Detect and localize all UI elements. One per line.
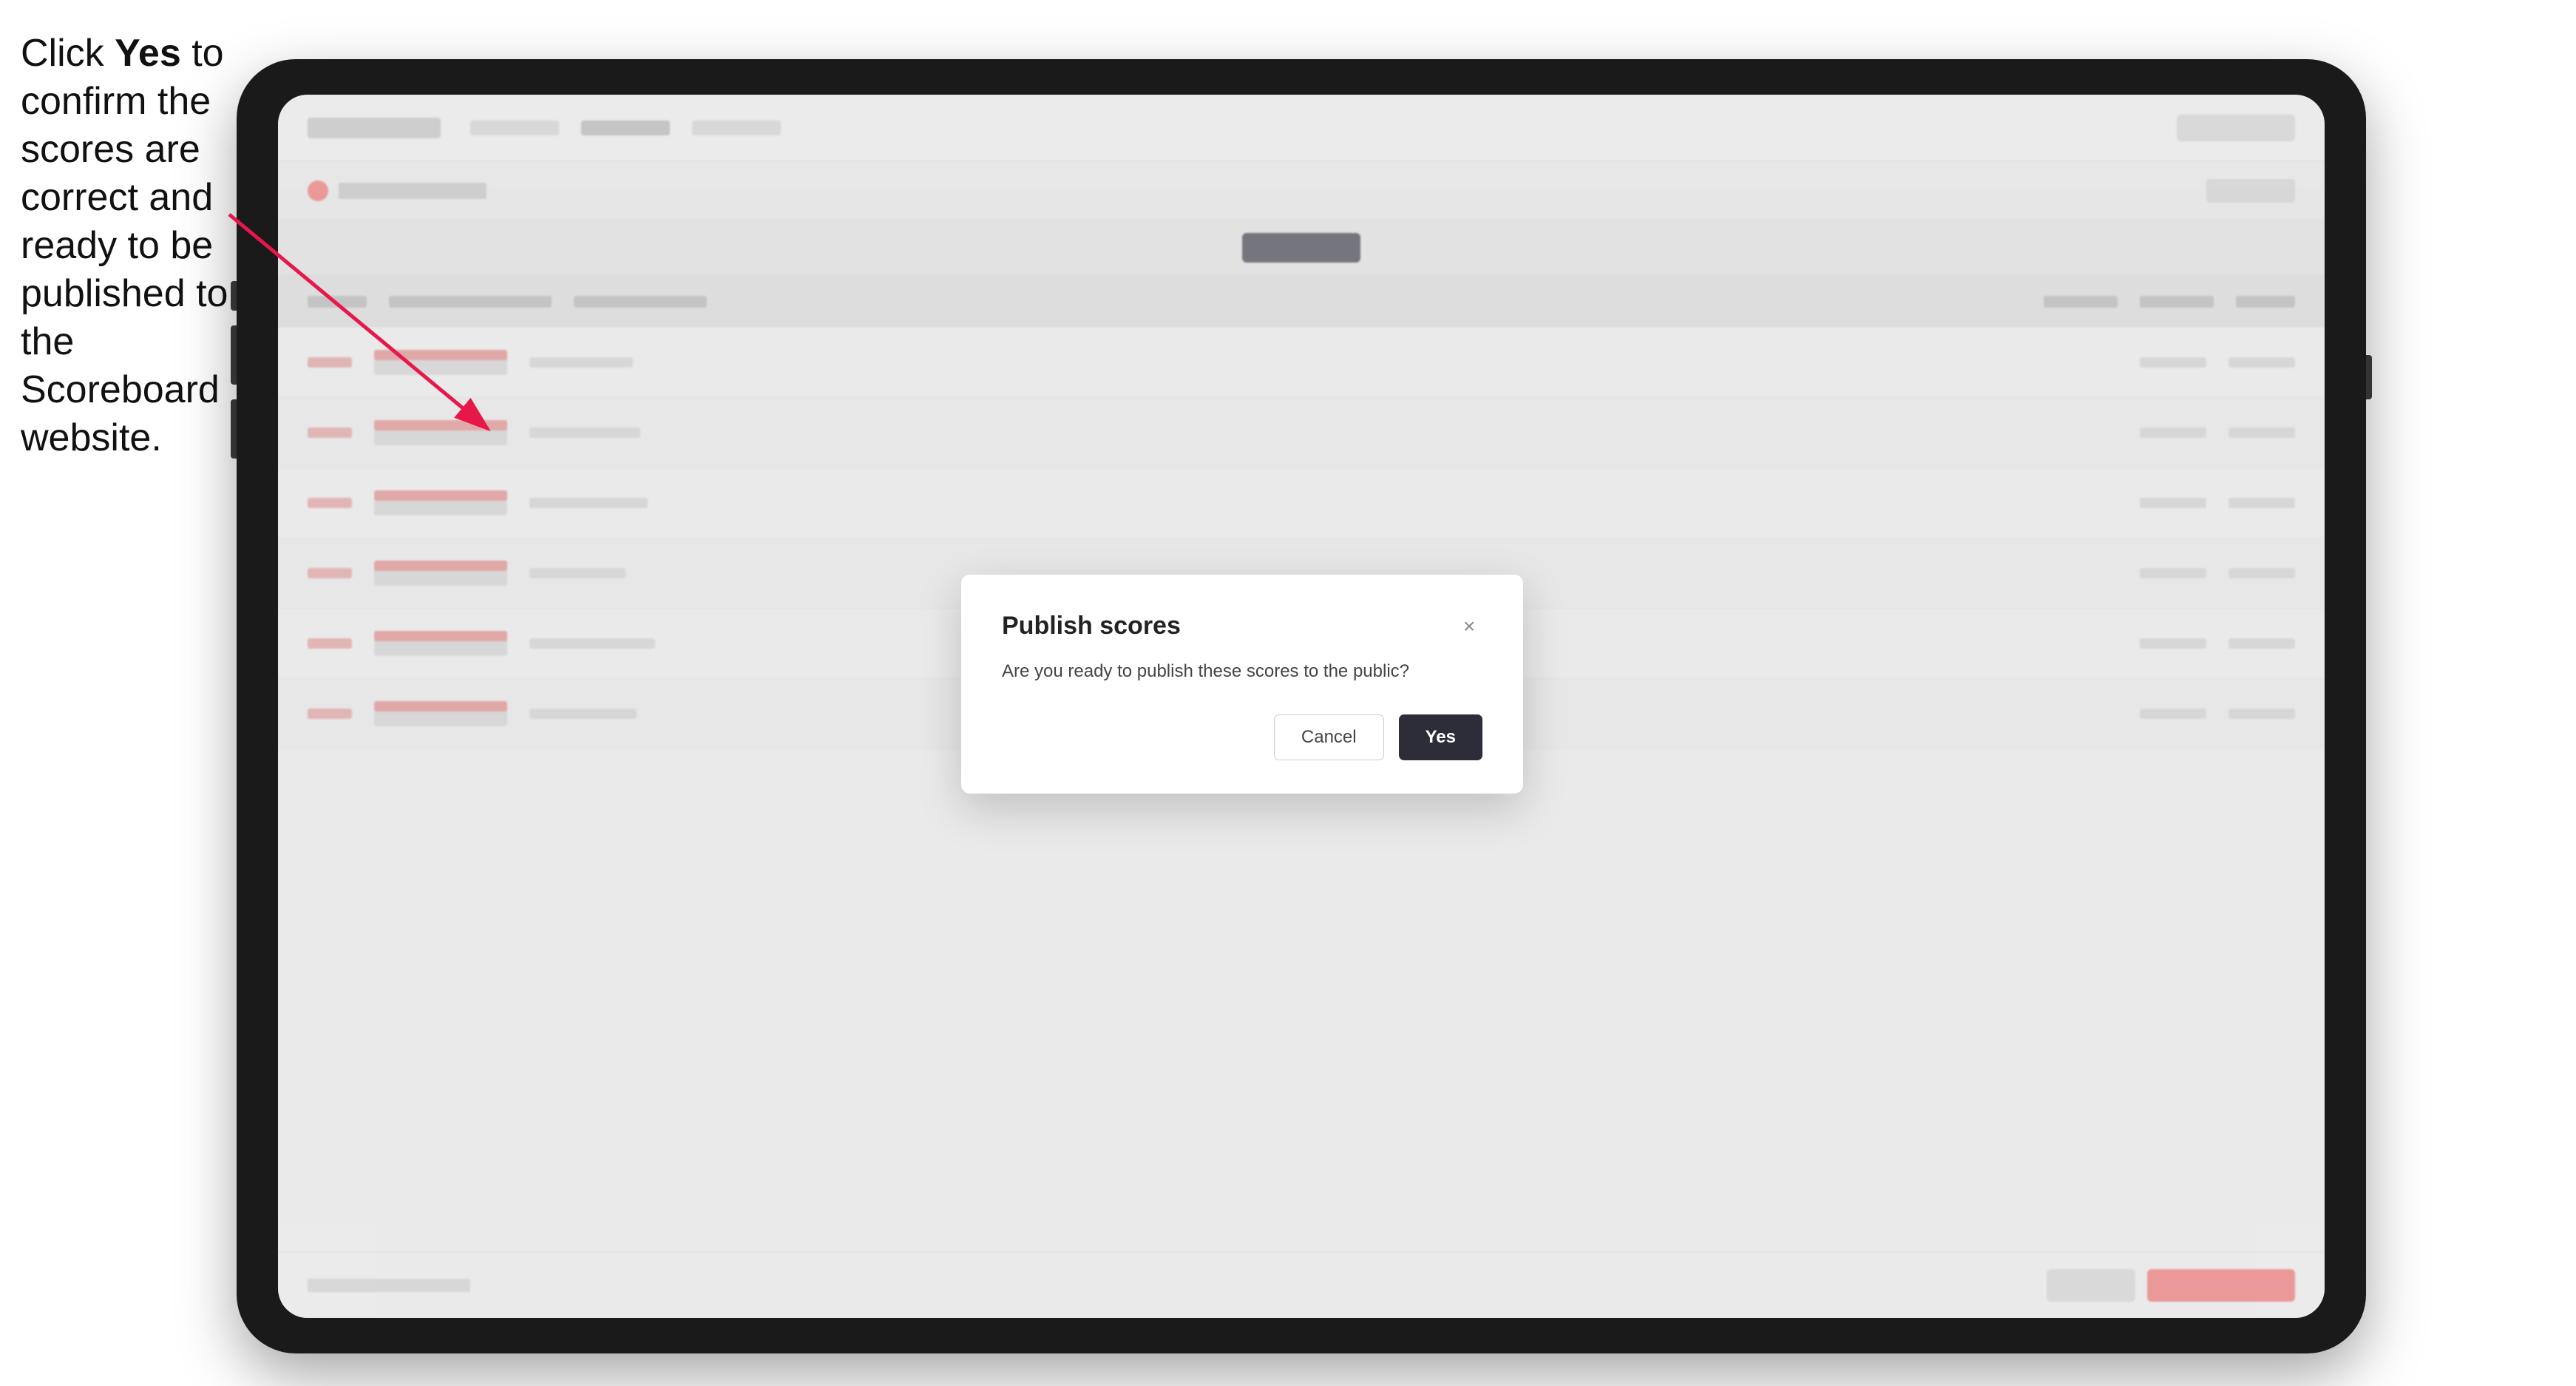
dialog-close-button[interactable]: × [1456,613,1482,640]
dialog-title: Publish scores [1002,612,1181,640]
yes-button[interactable]: Yes [1399,714,1482,760]
instruction-text: Click Yes to confirm the scores are corr… [21,30,235,462]
publish-scores-dialog: Publish scores × Are you ready to publis… [961,575,1523,794]
tablet-left-button-2 [231,325,237,385]
dialog-header: Publish scores × [1002,612,1482,640]
tablet-left-button-3 [231,399,237,459]
dialog-body: Are you ready to publish these scores to… [1002,658,1482,685]
tablet-device: Publish scores × Are you ready to publis… [237,59,2366,1353]
cancel-button[interactable]: Cancel [1274,714,1384,760]
dialog-overlay: Publish scores × Are you ready to publis… [278,95,2325,1318]
tablet-left-button-1 [231,281,237,311]
tablet-screen: Publish scores × Are you ready to publis… [278,95,2325,1318]
dialog-footer: Cancel Yes [1002,714,1482,760]
tablet-power-button [2366,355,2372,399]
